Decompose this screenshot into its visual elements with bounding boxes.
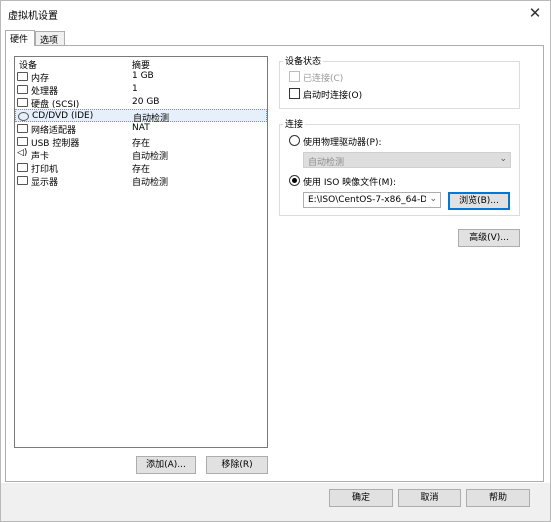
device-row-sound[interactable]: ◁) 声卡 自动检测 — [15, 148, 267, 162]
chevron-down-icon: ⌄ — [429, 194, 437, 204]
browse-button[interactable]: 浏览(B)... — [448, 192, 510, 210]
memory-icon — [17, 72, 28, 81]
device-row-display[interactable]: 显示器 自动检测 — [15, 174, 267, 188]
device-list[interactable]: 设备 摘要 内存 1 GB 处理器 1 硬盘 (SCSI) 20 GB CD/D… — [14, 56, 268, 448]
physical-drive-radio[interactable] — [289, 135, 300, 146]
window-title: 虚拟机设置 — [8, 11, 58, 22]
device-row-cd-dvd[interactable]: CD/DVD (IDE) 自动检测 — [15, 109, 267, 124]
iso-label: 使用 ISO 映像文件(M): — [303, 178, 396, 188]
device-row-harddisk[interactable]: 硬盘 (SCSI) 20 GB — [15, 96, 267, 110]
connected-label: 已连接(C) — [303, 74, 344, 84]
ok-button[interactable]: 确定 — [329, 489, 393, 507]
remove-button[interactable]: 移除(R) — [206, 456, 268, 474]
device-summary: 1 — [132, 84, 138, 94]
close-icon: ✕ — [528, 4, 542, 22]
sound-icon: ◁) — [17, 148, 28, 158]
connect-on-power-label: 启动时连接(O) — [303, 91, 363, 101]
list-header: 设备 摘要 — [15, 57, 267, 71]
tab-label: 硬件 — [10, 35, 29, 45]
vm-settings-window: 虚拟机设置 ✕ 硬件 选项 设备 摘要 内存 1 GB 处理器 1 硬盘 (SC… — [0, 0, 551, 522]
connected-checkbox[interactable] — [289, 71, 300, 82]
help-button[interactable]: 帮助 — [466, 489, 530, 507]
device-name: 显示器 — [31, 178, 59, 188]
network-icon — [17, 124, 28, 133]
device-name: CD/DVD (IDE) — [32, 111, 94, 121]
physical-drive-value: 自动检测 — [308, 158, 345, 168]
iso-path-value: E:\ISO\CentOS-7-x86_64-DVD — [308, 195, 426, 205]
tab-hardware[interactable]: 硬件 — [5, 30, 35, 46]
connection-title: 连接 — [283, 117, 306, 130]
chevron-down-icon: ⌄ — [499, 154, 507, 164]
harddisk-icon — [17, 98, 28, 107]
physical-drive-select[interactable]: 自动检测 ⌄ — [303, 152, 511, 168]
title-bar: 虚拟机设置 ✕ — [1, 1, 550, 27]
cancel-button[interactable]: 取消 — [398, 489, 461, 507]
display-icon — [17, 176, 28, 185]
advanced-button[interactable]: 高级(V)... — [458, 229, 520, 247]
device-status-title: 设备状态 — [283, 54, 324, 67]
device-summary: 自动检测 — [132, 178, 169, 188]
tab-options[interactable]: 选项 — [35, 31, 65, 46]
cpu-icon — [17, 85, 28, 94]
device-status-group — [279, 61, 520, 109]
iso-radio[interactable] — [289, 175, 300, 186]
device-summary: 20 GB — [132, 97, 160, 107]
connect-on-power-checkbox[interactable] — [289, 88, 300, 99]
device-row-memory[interactable]: 内存 1 GB — [15, 70, 267, 84]
device-row-cpu[interactable]: 处理器 1 — [15, 83, 267, 97]
device-row-network[interactable]: 网络适配器 NAT — [15, 122, 267, 136]
cd-dvd-icon — [18, 112, 29, 121]
close-button[interactable]: ✕ — [524, 3, 546, 23]
physical-drive-label: 使用物理驱动器(P): — [303, 138, 382, 148]
device-summary: NAT — [132, 123, 150, 133]
iso-path-combo[interactable]: E:\ISO\CentOS-7-x86_64-DVD ⌄ — [303, 192, 441, 208]
printer-icon — [17, 163, 28, 172]
device-summary: 1 GB — [132, 71, 154, 81]
device-row-usb[interactable]: USB 控制器 存在 — [15, 135, 267, 149]
device-row-printer[interactable]: 打印机 存在 — [15, 161, 267, 175]
usb-icon — [17, 137, 28, 146]
add-button[interactable]: 添加(A)... — [136, 456, 196, 474]
